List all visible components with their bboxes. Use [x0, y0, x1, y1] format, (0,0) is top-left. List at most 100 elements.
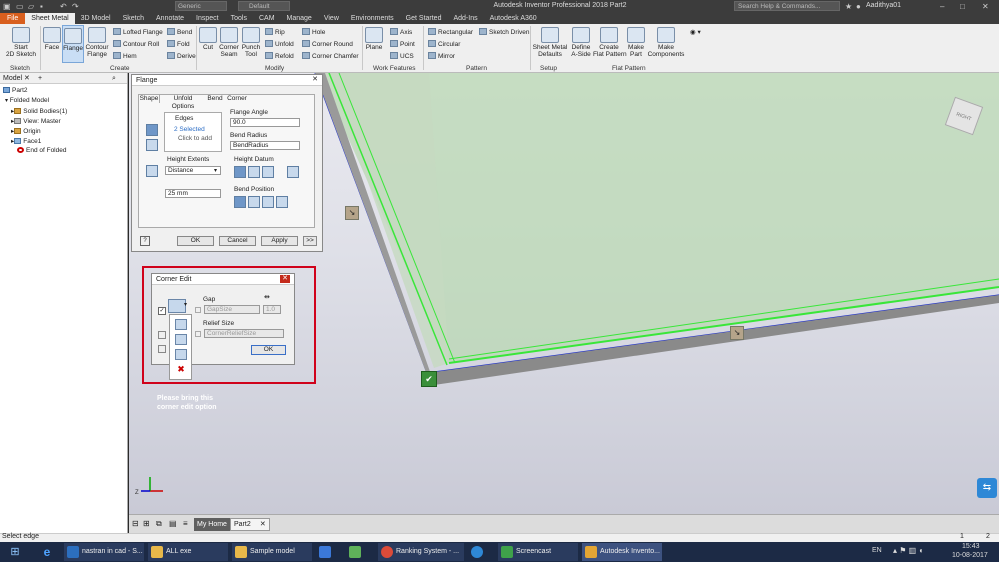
ribbon-extra-icon[interactable]: ◉ ▾ [690, 28, 701, 36]
chevron-down-icon[interactable]: ▾ [184, 301, 187, 308]
loop-select-mode-icon[interactable] [146, 139, 158, 151]
bend-inside-icon[interactable] [234, 196, 246, 208]
tab-unfold-options[interactable]: Unfold Options [162, 95, 204, 110]
corner-type-none-icon[interactable]: ✖ [175, 364, 187, 375]
taskbar-item-ranking-system[interactable]: Ranking System - ... [378, 543, 464, 561]
datum-inner-icon[interactable] [248, 166, 260, 178]
redo-icon[interactable]: ↷ [72, 2, 79, 11]
point-button[interactable]: Point [390, 40, 415, 48]
tab-manage[interactable]: Manage [281, 13, 318, 24]
corner-glyph-icon[interactable]: ↘ [345, 206, 359, 220]
appearance-select[interactable]: Default [238, 1, 290, 11]
corner-edit-glyph-icon[interactable]: ✔ [421, 371, 437, 387]
taskbar-settings-icon[interactable] [468, 543, 494, 561]
hem-button[interactable]: Hem [113, 52, 137, 60]
unfold-button[interactable]: Unfold [265, 40, 294, 48]
tab-cam[interactable]: CAM [253, 13, 281, 24]
refold-button[interactable]: Refold [265, 52, 294, 60]
rectangular-pattern-button[interactable]: Rectangular [428, 28, 473, 36]
create-flat-pattern-button[interactable]: Create Flat Pattern [593, 27, 627, 58]
tab-bend[interactable]: Bend [206, 95, 224, 103]
corner-seam-button[interactable]: Corner Seam [218, 27, 240, 58]
punch-tool-button[interactable]: Punch Tool [241, 27, 261, 58]
gap-size-input[interactable]: GapSize [204, 305, 260, 314]
tab-add-ins[interactable]: Add-Ins [447, 13, 483, 24]
material-select[interactable]: Generic [175, 1, 227, 11]
corner-enable-checkbox[interactable]: ✓ [158, 307, 166, 315]
flange-button[interactable]: Flange [62, 25, 84, 63]
bend-button[interactable]: Bend [167, 28, 192, 36]
flange-close-icon[interactable]: ✕ [310, 76, 320, 84]
tree-item-part[interactable]: Part2 [3, 87, 28, 94]
flange-ok-button[interactable]: OK [177, 236, 214, 246]
undo-icon[interactable]: ↶ [60, 2, 67, 11]
user-name[interactable]: Aadithya01 [866, 2, 901, 9]
height-extents-select[interactable]: Distance [165, 166, 221, 175]
bend-radius-input[interactable]: BendRadius [230, 141, 300, 150]
corner-edit-ok-button[interactable]: OK [251, 345, 286, 355]
tile-horizontal-icon[interactable]: ⊞ [143, 519, 150, 528]
gap-checkbox[interactable] [195, 307, 201, 313]
corner-glyph-icon[interactable]: ↘ [730, 326, 744, 340]
bend-tangent-icon[interactable] [276, 196, 288, 208]
taskbar-item-nastran[interactable]: nastran in cad - S... [64, 543, 144, 561]
tree-item-end-of-folded[interactable]: End of Folded [17, 147, 66, 154]
close-tab-icon[interactable]: ✕ [260, 519, 266, 530]
clock-time[interactable]: 15:43 [962, 543, 980, 550]
datum-parallel-icon[interactable] [262, 166, 274, 178]
close-icon[interactable]: ✕ [982, 2, 989, 11]
help-icon[interactable]: ? [140, 236, 150, 246]
tab-file[interactable]: File [0, 13, 26, 24]
new-icon[interactable]: ▭ [16, 2, 24, 11]
face-button[interactable]: Face [42, 27, 62, 51]
flange-apply-button[interactable]: Apply [261, 236, 298, 246]
derive-button[interactable]: Derive [167, 52, 196, 60]
tab-autodesk-a360[interactable]: Autodesk A360 [484, 13, 543, 24]
clock-date[interactable]: 10-08-2017 [952, 552, 988, 559]
browser-search-icon[interactable]: ⌕ [112, 73, 116, 84]
minimize-icon[interactable]: – [940, 2, 944, 11]
tile-vertical-icon[interactable]: ⊟ [132, 519, 139, 528]
bend-outside-icon[interactable] [262, 196, 274, 208]
relief-enable-checkbox[interactable] [158, 331, 166, 339]
relief-size-input[interactable]: CornerReliefSize [204, 329, 284, 338]
corner-chamfer-button[interactable]: Corner Chamfer [302, 52, 359, 60]
datum-outer-icon[interactable] [234, 166, 246, 178]
edges-click-to-add[interactable]: Click to add [178, 135, 212, 142]
tray-icons[interactable]: ▴ ⚑ ▥ ◖ [893, 546, 923, 555]
taskbar-item-all-exe[interactable]: ALL exe [148, 543, 228, 561]
taskbar-folder-icon[interactable] [346, 543, 372, 561]
corner-edit-close-icon[interactable]: ✕ [280, 275, 290, 283]
circular-pattern-button[interactable]: Circular [428, 40, 460, 48]
tree-item-face1[interactable]: ▸ Face1 [11, 137, 41, 145]
cascade-icon[interactable]: ⧉ [156, 519, 162, 529]
tree-item-folded-model[interactable]: ▾ Folded Model [5, 97, 49, 104]
chevron-down-icon[interactable]: ▾ [214, 167, 217, 174]
lofted-flange-button[interactable]: Lofted Flange [113, 28, 163, 36]
tree-item-view-master[interactable]: ▸ View: Master [11, 117, 61, 125]
language-indicator[interactable]: EN [872, 547, 882, 554]
tab-inspect[interactable]: Inspect [190, 13, 225, 24]
gap-value-input[interactable]: 1.0 [263, 305, 281, 314]
sheet-metal-defaults-button[interactable]: Sheet Metal Defaults [532, 27, 568, 58]
hole-button[interactable]: Hole [302, 28, 325, 36]
open-icon[interactable]: ▱ [28, 2, 34, 11]
tab-sheet-metal[interactable]: Sheet Metal [25, 13, 75, 24]
datum-aligned-icon[interactable] [287, 166, 299, 178]
tab-sketch[interactable]: Sketch [117, 13, 150, 24]
tab-part2[interactable]: Part2 ✕ [230, 518, 270, 531]
cut-button[interactable]: Cut [199, 27, 217, 51]
flip-direction-icon[interactable] [146, 165, 158, 177]
rip-button[interactable]: Rip [265, 28, 285, 36]
taskbar-item-autodesk-inventor[interactable]: Autodesk Invento... [582, 543, 662, 561]
user-icon[interactable]: ● [856, 2, 861, 11]
save-icon[interactable]: ▪ [40, 2, 43, 11]
flange-angle-input[interactable]: 90.0 [230, 118, 300, 127]
flange-cancel-button[interactable]: Cancel [219, 236, 256, 246]
browser-close-icon[interactable]: ✕ [24, 73, 30, 84]
make-part-button[interactable]: Make Part [626, 27, 646, 58]
edge-select-mode-icon[interactable] [146, 124, 158, 136]
taskbar-item-screencast[interactable]: Screencast [498, 543, 578, 561]
restore-icon[interactable]: □ [960, 2, 965, 11]
start-2d-sketch-button[interactable]: Start 2D Sketch [4, 27, 38, 58]
